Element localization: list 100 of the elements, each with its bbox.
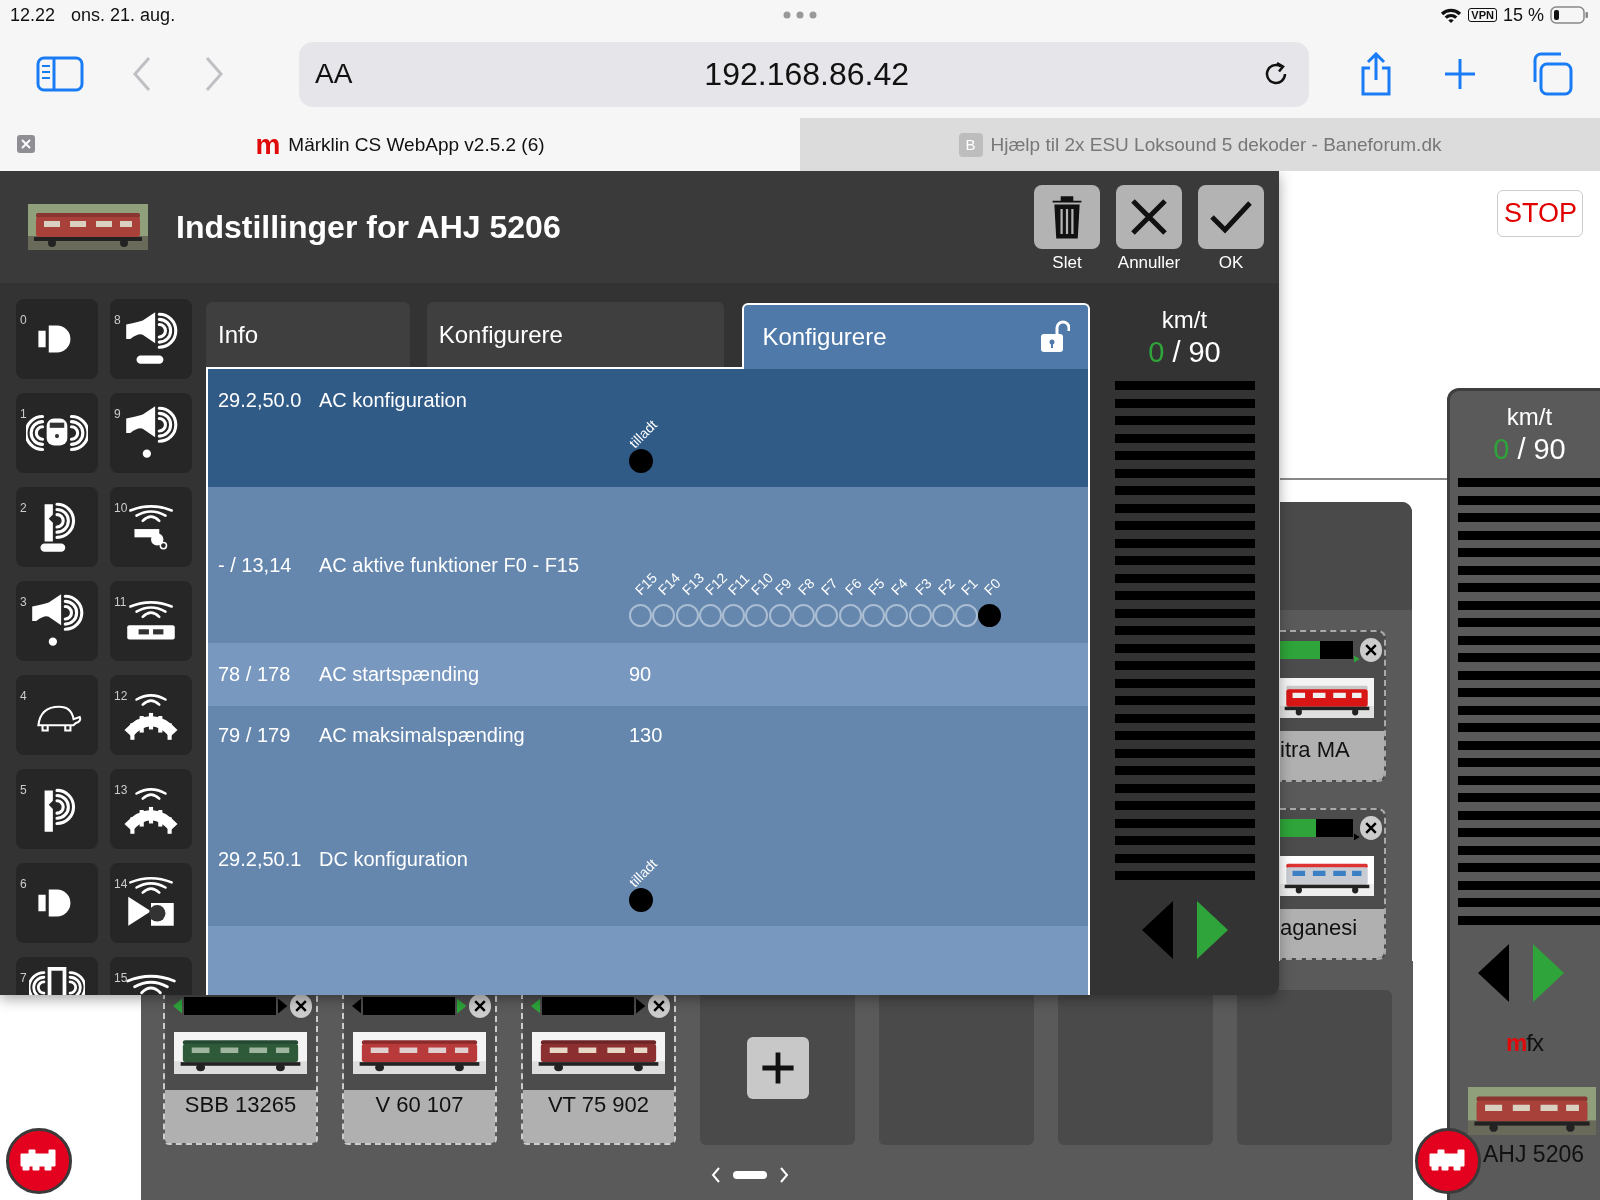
settings-row[interactable]: - / 13,14 AC aktive funktioner F0 - F15 F15 F14 F13 F12 F11 F10 F9 F8 F7 F6 F5 F4 F3 F2 F1 F0 bbox=[208, 487, 1088, 643]
setting-value: 90 bbox=[629, 663, 653, 686]
function-button[interactable]: 11 bbox=[110, 581, 192, 661]
speed-meter[interactable] bbox=[1458, 478, 1600, 925]
function-button[interactable]: 13 bbox=[110, 769, 192, 849]
function-button[interactable]: 15 bbox=[110, 957, 192, 995]
vpn-badge: VPN bbox=[1468, 8, 1497, 22]
function-number: 13 bbox=[114, 783, 128, 797]
forward-arrow-icon[interactable] bbox=[278, 998, 288, 1014]
function-button[interactable]: 12 bbox=[110, 675, 192, 755]
function-button[interactable]: 1 bbox=[16, 393, 98, 473]
reverse-button[interactable] bbox=[1141, 900, 1173, 960]
loco-name: itra MA bbox=[1280, 736, 1351, 763]
cv-number: 79 / 179 bbox=[218, 724, 292, 747]
wifi-icon bbox=[1440, 6, 1463, 24]
close-icon bbox=[1364, 644, 1377, 656]
close-icon bbox=[652, 1000, 665, 1012]
function-number: 7 bbox=[20, 971, 27, 985]
button-label: Slet bbox=[1052, 253, 1082, 273]
remove-button[interactable] bbox=[289, 994, 312, 1018]
loco-card[interactable]: aganesi bbox=[1280, 808, 1386, 960]
close-icon bbox=[1129, 197, 1169, 237]
setting-value: 130 bbox=[629, 724, 664, 747]
reverse-arrow-icon[interactable] bbox=[531, 998, 541, 1014]
loco-card[interactable]: itra MA bbox=[1280, 630, 1386, 782]
function-button[interactable]: 0 bbox=[16, 299, 98, 379]
tab[interactable]: Konfigurere bbox=[426, 302, 725, 367]
function-button[interactable]: 2 bbox=[16, 487, 98, 567]
function-label: F1 bbox=[957, 575, 981, 598]
cancel-button[interactable] bbox=[1116, 185, 1182, 249]
tab[interactable]: Konfigurere bbox=[742, 303, 1090, 369]
speed-meter[interactable] bbox=[1114, 381, 1255, 880]
forward-icon[interactable] bbox=[204, 56, 224, 92]
share-icon[interactable] bbox=[1359, 52, 1393, 96]
speed-unit: km/t bbox=[1161, 306, 1208, 334]
function-label: F5 bbox=[864, 575, 888, 598]
current-speed: 0 bbox=[1148, 336, 1165, 369]
function-button[interactable]: 10 bbox=[110, 487, 192, 567]
close-icon bbox=[294, 1000, 307, 1012]
function-button[interactable]: 5 bbox=[16, 769, 98, 849]
add-button[interactable] bbox=[746, 1036, 809, 1099]
forward-arrow-icon[interactable] bbox=[457, 998, 467, 1014]
option-dot[interactable] bbox=[629, 888, 653, 912]
next-page-icon[interactable] bbox=[778, 1167, 789, 1183]
function-number: 11 bbox=[114, 595, 127, 609]
cv-number: - / 13,14 bbox=[218, 553, 293, 577]
remove-button[interactable] bbox=[1359, 638, 1382, 662]
tab[interactable]: Info bbox=[206, 302, 410, 367]
reverse-arrow-icon[interactable] bbox=[173, 998, 183, 1014]
max-speed: / 90 bbox=[1517, 433, 1566, 466]
option-dot[interactable] bbox=[629, 449, 653, 473]
loco-name: aganesi bbox=[1280, 914, 1359, 941]
function-label: F6 bbox=[841, 575, 865, 598]
function-number: 12 bbox=[114, 689, 128, 703]
settings-row[interactable]: 79 / 179 AC maksimalspænding 130 bbox=[208, 706, 1088, 792]
text-size-button[interactable]: AA bbox=[315, 58, 353, 90]
forward-arrow-icon[interactable] bbox=[636, 998, 646, 1014]
remove-button[interactable] bbox=[468, 994, 491, 1018]
loco-name: V 60 107 bbox=[375, 1091, 464, 1118]
loco-name: SBB 13265 bbox=[184, 1091, 297, 1118]
function-button[interactable]: 3 bbox=[16, 581, 98, 661]
function-button[interactable]: 6 bbox=[16, 863, 98, 943]
more-dots-icon[interactable] bbox=[783, 11, 817, 19]
remove-button[interactable] bbox=[647, 994, 670, 1018]
back-icon[interactable] bbox=[132, 56, 152, 92]
ok-button[interactable] bbox=[1198, 185, 1264, 249]
previous-page-icon[interactable] bbox=[710, 1167, 721, 1183]
function-button[interactable]: 14 bbox=[110, 863, 192, 943]
setting-name: AC aktive funktioner F0 - F15 bbox=[319, 553, 581, 577]
forward-button[interactable] bbox=[1196, 900, 1228, 960]
loco-name: VT 75 902 bbox=[547, 1091, 650, 1118]
delete-button[interactable] bbox=[1034, 185, 1100, 249]
function-dot[interactable] bbox=[978, 604, 1002, 627]
remove-button[interactable] bbox=[1359, 816, 1382, 840]
reverse-button[interactable] bbox=[1478, 942, 1509, 1003]
forward-button[interactable] bbox=[1533, 942, 1564, 1003]
battery-percent: 15 % bbox=[1502, 4, 1544, 26]
reverse-arrow-icon[interactable] bbox=[352, 998, 362, 1014]
tab-label: Info bbox=[218, 320, 259, 349]
address-bar[interactable]: AA 192.168.86.42 bbox=[299, 41, 1309, 107]
cv-number: 29.2,50.0 bbox=[218, 389, 303, 412]
stop-button[interactable]: STOP bbox=[1497, 190, 1583, 237]
speed-unit: km/t bbox=[1505, 403, 1554, 431]
function-label: F0 bbox=[981, 575, 1004, 598]
tab-label: Konfigurere bbox=[762, 323, 887, 351]
setting-name: DC konfiguration bbox=[319, 847, 469, 871]
function-button[interactable]: 9 bbox=[110, 393, 192, 473]
tab-title: Märklin CS WebApp v2.5.2 (6) bbox=[288, 133, 545, 156]
function-label: F4 bbox=[887, 575, 911, 598]
sidebar-icon[interactable] bbox=[36, 56, 84, 92]
close-tab-icon[interactable] bbox=[17, 135, 35, 153]
function-number: 4 bbox=[20, 689, 27, 703]
close-icon bbox=[473, 1000, 486, 1012]
function-button[interactable]: 7 bbox=[16, 957, 98, 995]
unlocked-padlock-icon[interactable] bbox=[1040, 320, 1070, 354]
new-tab-icon[interactable] bbox=[1443, 57, 1477, 91]
close-icon bbox=[1364, 822, 1377, 834]
site-logo: m bbox=[255, 130, 281, 159]
function-button[interactable]: 8 bbox=[110, 299, 192, 379]
function-button[interactable]: 4 bbox=[16, 675, 98, 755]
